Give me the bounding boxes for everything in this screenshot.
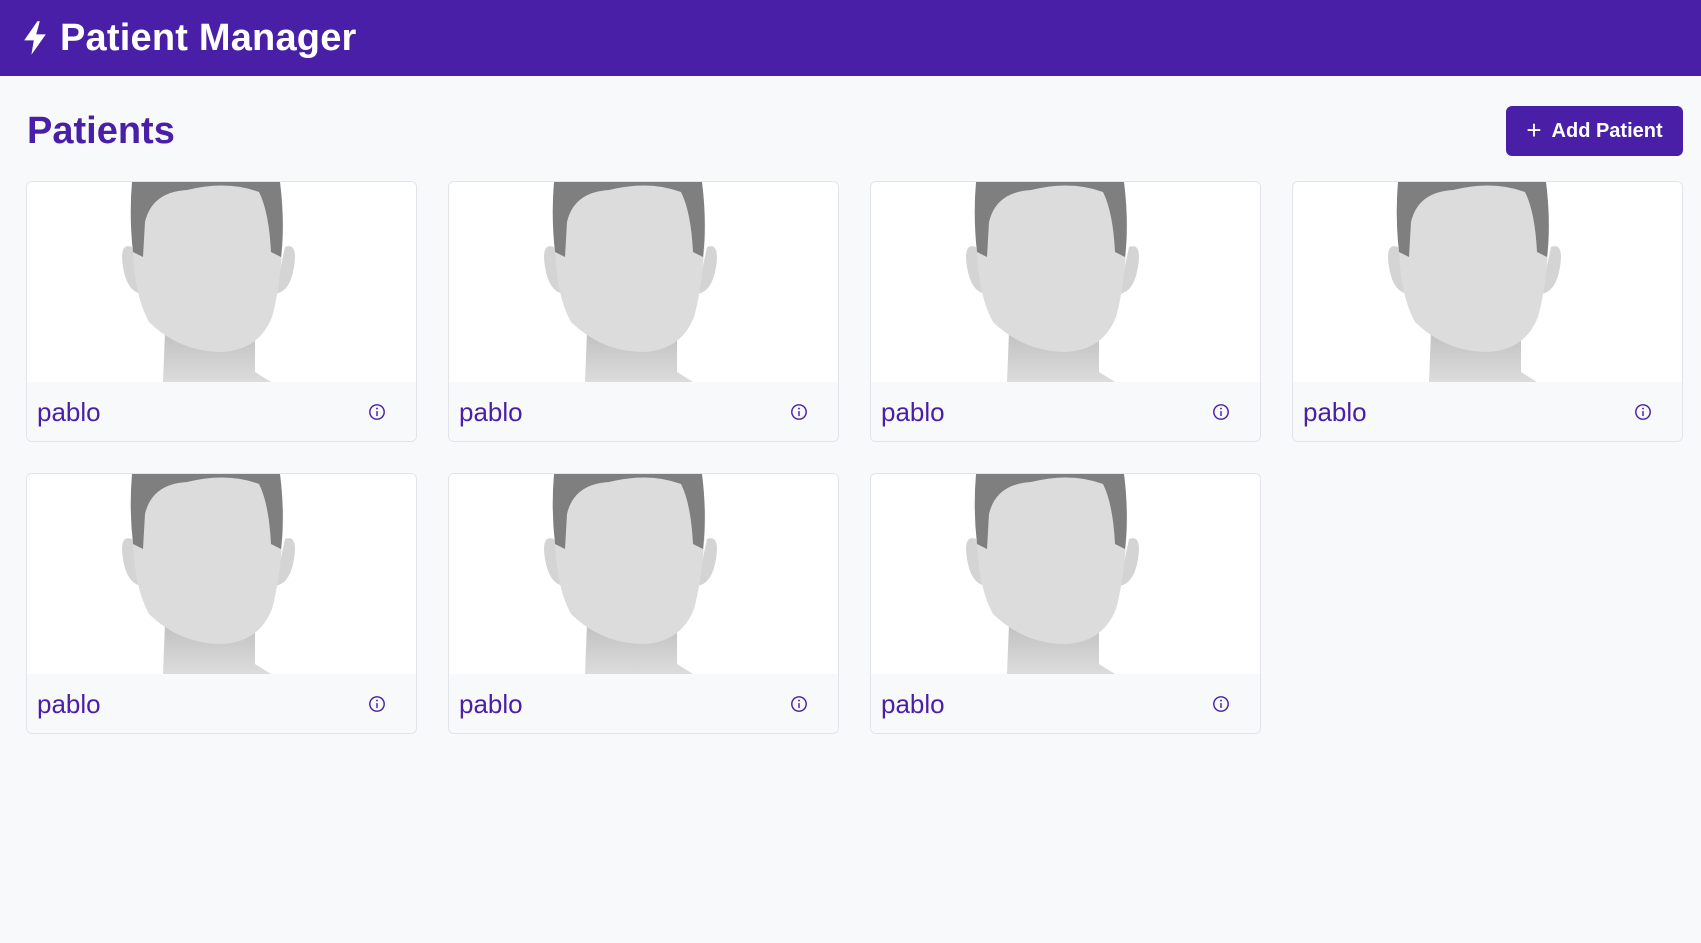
patient-name: pablo <box>881 396 945 427</box>
info-icon[interactable] <box>790 403 808 421</box>
info-icon[interactable] <box>1634 403 1652 421</box>
patient-card[interactable]: pablo <box>870 473 1261 734</box>
patient-card[interactable]: pablo <box>26 473 417 734</box>
patient-avatar <box>871 474 1260 674</box>
patient-name: pablo <box>1303 396 1367 427</box>
patient-card[interactable]: pablo <box>1292 181 1683 442</box>
page-title: Patients <box>27 110 175 152</box>
patient-card[interactable]: pablo <box>870 181 1261 442</box>
info-icon[interactable] <box>1212 403 1230 421</box>
patient-name: pablo <box>37 688 101 719</box>
patient-avatar <box>27 182 416 382</box>
bolt-icon <box>24 21 46 55</box>
patient-card[interactable]: pablo <box>448 473 839 734</box>
patient-grid: pablo pablo pablo pablo pablo pablo pabl… <box>26 181 1683 734</box>
patient-card[interactable]: pablo <box>448 181 839 442</box>
plus-icon: + <box>1526 114 1542 145</box>
add-patient-label: Add Patient <box>1551 119 1663 142</box>
add-patient-button[interactable]: + Add Patient <box>1506 106 1683 156</box>
info-icon[interactable] <box>368 403 386 421</box>
patient-name: pablo <box>881 688 945 719</box>
patient-card[interactable]: pablo <box>26 181 417 442</box>
info-icon[interactable] <box>368 695 386 713</box>
info-icon[interactable] <box>790 695 808 713</box>
patient-name: pablo <box>459 396 523 427</box>
patient-name: pablo <box>37 396 101 427</box>
info-icon[interactable] <box>1212 695 1230 713</box>
patient-avatar <box>449 182 838 382</box>
patient-name: pablo <box>459 688 523 719</box>
patient-avatar <box>871 182 1260 382</box>
app-title: Patient Manager <box>60 16 357 59</box>
patient-avatar <box>27 474 416 674</box>
patient-avatar <box>449 474 838 674</box>
patient-avatar <box>1293 182 1682 382</box>
navbar: Patient Manager <box>0 0 1701 76</box>
